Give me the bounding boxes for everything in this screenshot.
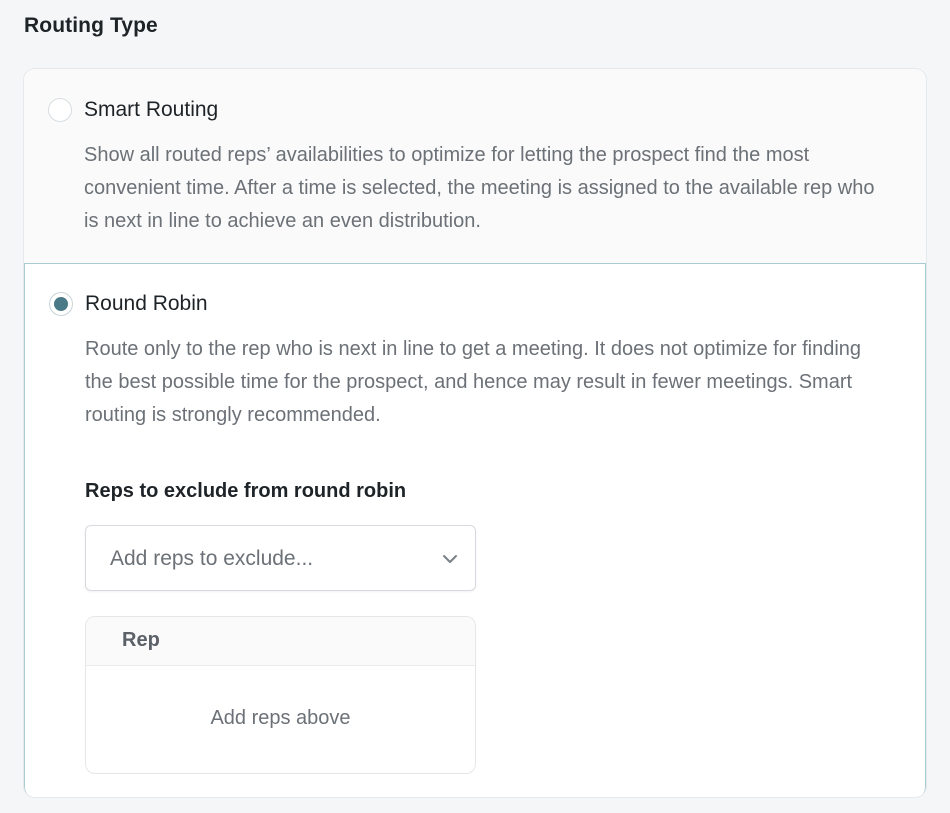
smart-routing-radio[interactable]	[48, 98, 72, 122]
rep-table-empty-state: Add reps above	[210, 707, 351, 729]
round-robin-description: Route only to the rep who is next in lin…	[85, 338, 862, 426]
radio-selected-dot	[54, 297, 68, 311]
option-smart-routing[interactable]: Smart Routing Show all routed reps’ avai…	[24, 69, 926, 263]
smart-routing-description: Show all routed reps’ availabilities to …	[84, 144, 875, 232]
rep-table-header: Rep	[86, 617, 475, 666]
exclude-reps-label: Reps to exclude from round robin	[85, 480, 407, 502]
option-round-robin[interactable]: Round Robin Route only to the rep who is…	[24, 263, 926, 797]
rep-table: Rep Add reps above	[85, 616, 476, 774]
smart-routing-label: Smart Routing	[84, 98, 219, 121]
routing-type-title: Routing Type	[24, 14, 158, 37]
rep-column-header: Rep	[122, 629, 160, 651]
exclude-reps-select[interactable]: Add reps to exclude...	[85, 525, 476, 591]
round-robin-label: Round Robin	[85, 292, 208, 315]
chevron-down-icon	[443, 555, 457, 563]
routing-options-card: Smart Routing Show all routed reps’ avai…	[23, 68, 927, 798]
exclude-reps-placeholder: Add reps to exclude...	[110, 547, 314, 570]
round-robin-radio[interactable]	[49, 292, 73, 316]
